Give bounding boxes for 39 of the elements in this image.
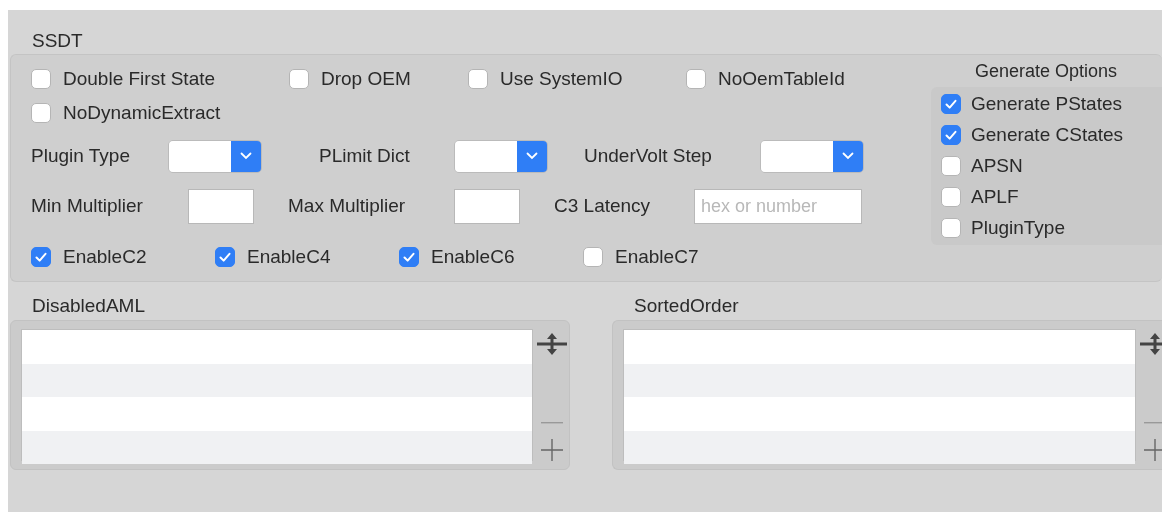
group-title: Generate Options (973, 61, 1119, 83)
checkbox[interactable]: EnableC6 (399, 246, 583, 268)
checkbox[interactable]: NoDynamicExtract (31, 102, 221, 124)
minus-icon[interactable] (541, 421, 563, 425)
chevron-down-icon (526, 152, 538, 160)
checkbox[interactable]: EnableC2 (31, 246, 215, 268)
field-label: Max Multiplier (288, 195, 407, 217)
checkbox[interactable]: EnableC4 (215, 246, 399, 268)
chevron-down-icon (240, 152, 252, 160)
dropdown[interactable] (168, 139, 262, 173)
checkbox[interactable]: EnableC7 (583, 246, 767, 268)
plus-icon[interactable] (1144, 439, 1162, 461)
checkbox[interactable]: Double First State (31, 68, 289, 90)
dropdown[interactable] (760, 139, 864, 173)
plus-icon[interactable] (541, 439, 563, 461)
field-label: PLimit Dict (319, 145, 411, 167)
dropdown[interactable] (454, 139, 548, 173)
text-field[interactable] (454, 188, 520, 224)
field-label: Min Multiplier (31, 195, 144, 217)
section-title: SSDT (32, 30, 84, 53)
list-title: SortedOrder (634, 294, 740, 318)
resize-icon[interactable] (1138, 331, 1162, 357)
list-title: DisabledAML (32, 294, 146, 318)
field-label: Plugin Type (31, 145, 131, 167)
checkbox[interactable]: APLF (941, 186, 1162, 208)
field-label: UnderVolt Step (584, 145, 713, 167)
checkbox[interactable]: PluginType (941, 217, 1162, 239)
minus-icon[interactable] (1144, 421, 1162, 425)
chevron-down-icon (842, 152, 854, 160)
checkbox[interactable]: Drop OEM (289, 68, 468, 90)
checkbox[interactable]: Generate CStates (941, 124, 1162, 146)
checkbox[interactable]: Generate PStates (941, 93, 1162, 115)
text-field[interactable]: hex or number (694, 188, 862, 224)
checkbox[interactable]: APSN (941, 155, 1162, 177)
checkbox[interactable]: Use SystemIO (468, 68, 686, 90)
text-field[interactable] (188, 188, 254, 224)
field-label: C3 Latency (554, 195, 652, 217)
resize-icon[interactable] (535, 331, 569, 357)
checkbox[interactable]: NoOemTableId (686, 68, 845, 90)
